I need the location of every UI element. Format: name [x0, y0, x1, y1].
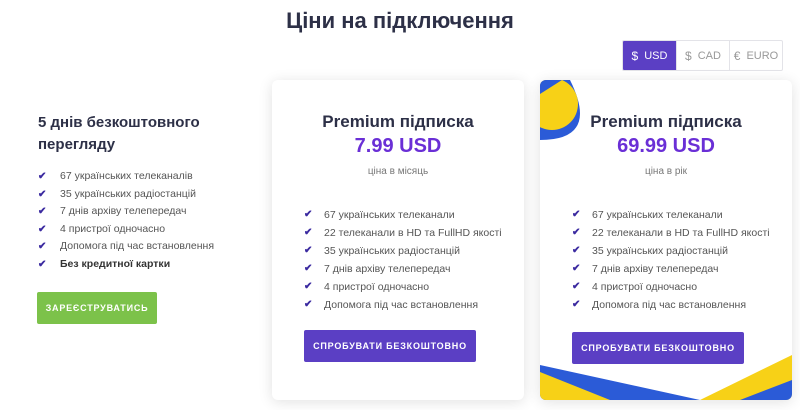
plan-price: 69.99 USD: [617, 135, 715, 157]
list-item: ✔ 22 телеканали в HD та FullHD якості: [572, 224, 770, 242]
currency-switch: $ USD $ CAD € EURO: [622, 40, 783, 71]
check-icon: ✔: [38, 206, 47, 217]
currency-euro-button[interactable]: € EURO: [729, 41, 782, 70]
list-item: ✔ 7 днів архіву телепередач: [38, 203, 248, 221]
check-icon: ✔: [38, 258, 47, 270]
list-item: ✔ 67 українських телеканали: [572, 206, 770, 224]
list-item: ✔ 4 пристрої одночасно: [304, 278, 502, 296]
check-icon: ✔: [304, 281, 313, 292]
list-item: ✔ 35 українських радіостанцій: [304, 242, 502, 260]
plan-price: 7.99 USD: [354, 135, 442, 157]
currency-cad-label: CAD: [697, 49, 721, 62]
list-item: ✔ Допомога під час встановлення: [572, 296, 770, 314]
check-icon: ✔: [304, 263, 313, 274]
check-icon: ✔: [38, 241, 47, 252]
check-icon: ✔: [572, 299, 581, 310]
list-item: ✔ 67 українських телеканалів: [38, 168, 248, 186]
check-icon: ✔: [38, 188, 47, 200]
free-trial-block: 5 днів безкоштовного перегляду ✔ 67 украї…: [38, 112, 248, 273]
check-icon: ✔: [572, 209, 581, 220]
list-item: ✔ 67 українських телеканали: [304, 206, 502, 224]
plan-period: ціна в місяць: [367, 166, 429, 177]
currency-euro-label: EURO: [746, 49, 779, 62]
currency-usd-button[interactable]: $ USD: [623, 41, 676, 70]
check-icon: ✔: [572, 263, 581, 274]
check-icon: ✔: [304, 299, 313, 310]
list-item: ✔ 35 українських радіостанцій: [572, 242, 770, 260]
list-item: ✔ 7 днів архіву телепередач: [572, 260, 770, 278]
check-icon: ✔: [572, 227, 581, 238]
list-item: ✔ 4 пристрої одночасно: [38, 221, 248, 239]
check-icon: ✔: [38, 171, 47, 182]
plan-period: ціна в рік: [644, 166, 688, 177]
plan-features: ✔ 67 українських телеканали ✔ 22 телеканал…: [572, 206, 770, 314]
plan-title: Premium підписка: [322, 112, 474, 131]
try-free-button[interactable]: СПРОБУВАТИ БЕЗКОШТОВНО: [572, 332, 744, 364]
list-item: ✔ 4 пристрої одночасно: [572, 278, 770, 296]
list-item: ✔ Допомога під час встановлення: [304, 296, 502, 314]
check-icon: ✔: [304, 245, 313, 256]
plan-features: ✔ 67 українських телеканали ✔ 22 телеканал…: [304, 206, 502, 314]
try-free-button[interactable]: СПРОБУВАТИ БЕЗКОШТОВНО: [304, 330, 476, 362]
check-icon: ✔: [304, 227, 313, 238]
list-item: ✔ Допомога під час встановлення: [38, 238, 248, 256]
check-icon: ✔: [38, 223, 47, 235]
check-icon: ✔: [572, 245, 581, 256]
list-item: ✔ 7 днів архіву телепередач: [304, 260, 502, 278]
free-trial-features: ✔ 67 українських телеканалів ✔ 35 українсь…: [38, 168, 248, 273]
free-trial-title: 5 днів безкоштовного перегляду: [38, 114, 200, 153]
check-icon: ✔: [304, 209, 313, 220]
plan-card-yearly: Premium підписка 69.99 USD ціна в рік ✔ 6…: [540, 80, 792, 400]
currency-usd-label: USD: [644, 49, 668, 62]
dollar-icon: $: [631, 48, 639, 63]
currency-cad-button[interactable]: $ CAD: [676, 41, 729, 70]
list-item: ✔ 35 українських радіостанцій: [38, 186, 248, 204]
list-item: ✔ Без кредитної картки: [38, 256, 248, 274]
plan-card-monthly: Premium підписка 7.99 USD ціна в місяць …: [272, 80, 524, 400]
euro-icon: €: [733, 48, 741, 63]
plan-title: Premium підписка: [590, 112, 742, 131]
register-button[interactable]: ЗАРЕЄСТРУВАТИСЬ: [37, 292, 157, 324]
page-title: Ціни на підключення: [286, 8, 514, 33]
check-icon: ✔: [572, 281, 581, 292]
dollar-icon: $: [685, 48, 692, 63]
list-item: ✔ 22 телеканали в HD та FullHD якості: [304, 224, 502, 242]
